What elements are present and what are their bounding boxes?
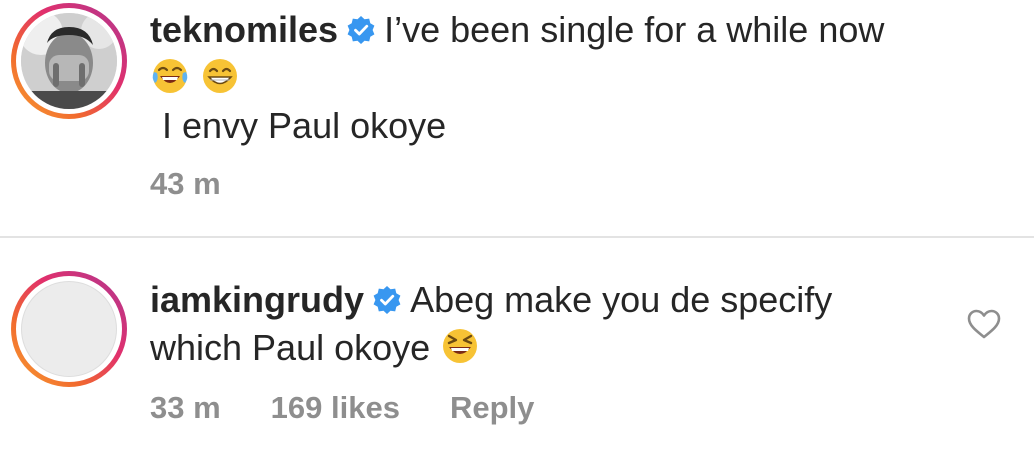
comment-text: I’ve been single for a while now (384, 9, 885, 50)
comment-meta: 43 m (150, 166, 271, 202)
comment-text-line2-row: which Paul okoye (150, 324, 940, 372)
comment-body: teknomiles I’ve been single for a while … (150, 6, 990, 150)
avatar[interactable] (21, 13, 117, 109)
comment-emoji-line (150, 54, 990, 102)
comment-timestamp: 33 m (150, 390, 221, 425)
comments-panel: teknomiles I’ve been single for a while … (0, 0, 1034, 460)
avatar-story-ring[interactable] (11, 271, 127, 387)
verified-badge-icon (347, 16, 375, 44)
avatar[interactable] (21, 281, 117, 377)
comment-text: Abeg make you de specify (410, 279, 833, 320)
grinning-face-with-smiling-eyes-icon (203, 59, 238, 93)
comment-meta: 33 m 169 likes Reply (150, 390, 584, 426)
likes-count-link[interactable]: 169 likes (271, 390, 400, 425)
avatar-story-ring[interactable] (11, 3, 127, 119)
comment-item: iamkingrudy Abeg make you de specify whi… (0, 238, 1034, 460)
face-with-tears-of-joy-icon (152, 59, 188, 93)
verified-badge-icon (373, 286, 401, 314)
comment-username[interactable]: iamkingrudy (150, 279, 364, 320)
comment-timestamp: 43 m (150, 166, 221, 201)
heart-outline-icon[interactable] (966, 308, 1002, 340)
comment-item: teknomiles I’ve been single for a while … (0, 0, 1034, 236)
grinning-squinting-face-icon (443, 329, 478, 363)
comment-text-line2: I envy Paul okoye (162, 105, 447, 146)
comment-body: iamkingrudy Abeg make you de specify whi… (150, 276, 940, 372)
comment-text-line2: which Paul okoye (150, 327, 431, 368)
avatar-photo (21, 13, 117, 109)
reply-button[interactable]: Reply (450, 390, 534, 425)
comment-username[interactable]: teknomiles (150, 9, 338, 50)
comment-first-line: teknomiles I’ve been single for a while … (150, 6, 990, 54)
comment-first-line: iamkingrudy Abeg make you de specify (150, 276, 940, 324)
